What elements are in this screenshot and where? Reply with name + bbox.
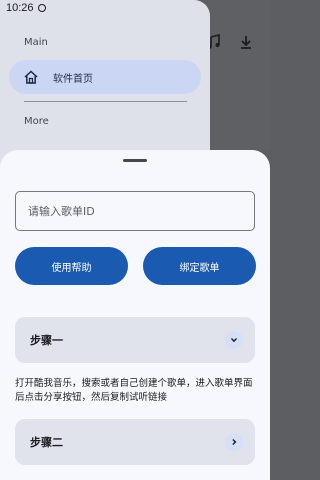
status-bar: 10:26 [0, 0, 270, 18]
home-icon [23, 69, 39, 85]
notification-icon [38, 4, 46, 12]
step-one-description: 打开酷我音乐，搜索或者自己创建个歌单，进入歌单界面后点击分享按钮，然后复制试听链… [15, 378, 253, 403]
download-icon[interactable] [238, 34, 254, 50]
playlist-id-field[interactable] [15, 191, 255, 231]
step-two-card[interactable]: 步骤二 [15, 419, 255, 465]
step-one-card[interactable]: 步骤一 [15, 317, 255, 363]
drag-handle[interactable] [123, 159, 147, 162]
drawer-divider [24, 101, 187, 102]
drawer-section-main: Main [24, 37, 48, 48]
step-two-title: 步骤二 [30, 436, 63, 449]
bottom-sheet: 使用帮助 绑定歌单 步骤一 打开酷我音乐，搜索或者自己创建个歌单，进入歌单界面后… [0, 150, 270, 480]
status-time: 10:26 [6, 2, 34, 14]
drawer-section-more: More [24, 116, 49, 127]
step-one-title: 步骤一 [30, 334, 63, 347]
playlist-id-input[interactable] [16, 192, 254, 230]
bind-playlist-button[interactable]: 绑定歌单 [143, 247, 256, 285]
chevron-right-icon [225, 433, 243, 451]
help-button[interactable]: 使用帮助 [15, 247, 128, 285]
drawer-item-home[interactable]: 软件首页 [9, 60, 201, 94]
chevron-down-icon [225, 331, 243, 349]
drawer-item-label: 软件首页 [53, 74, 93, 85]
navigation-drawer: Main 软件首页 More [0, 0, 210, 170]
